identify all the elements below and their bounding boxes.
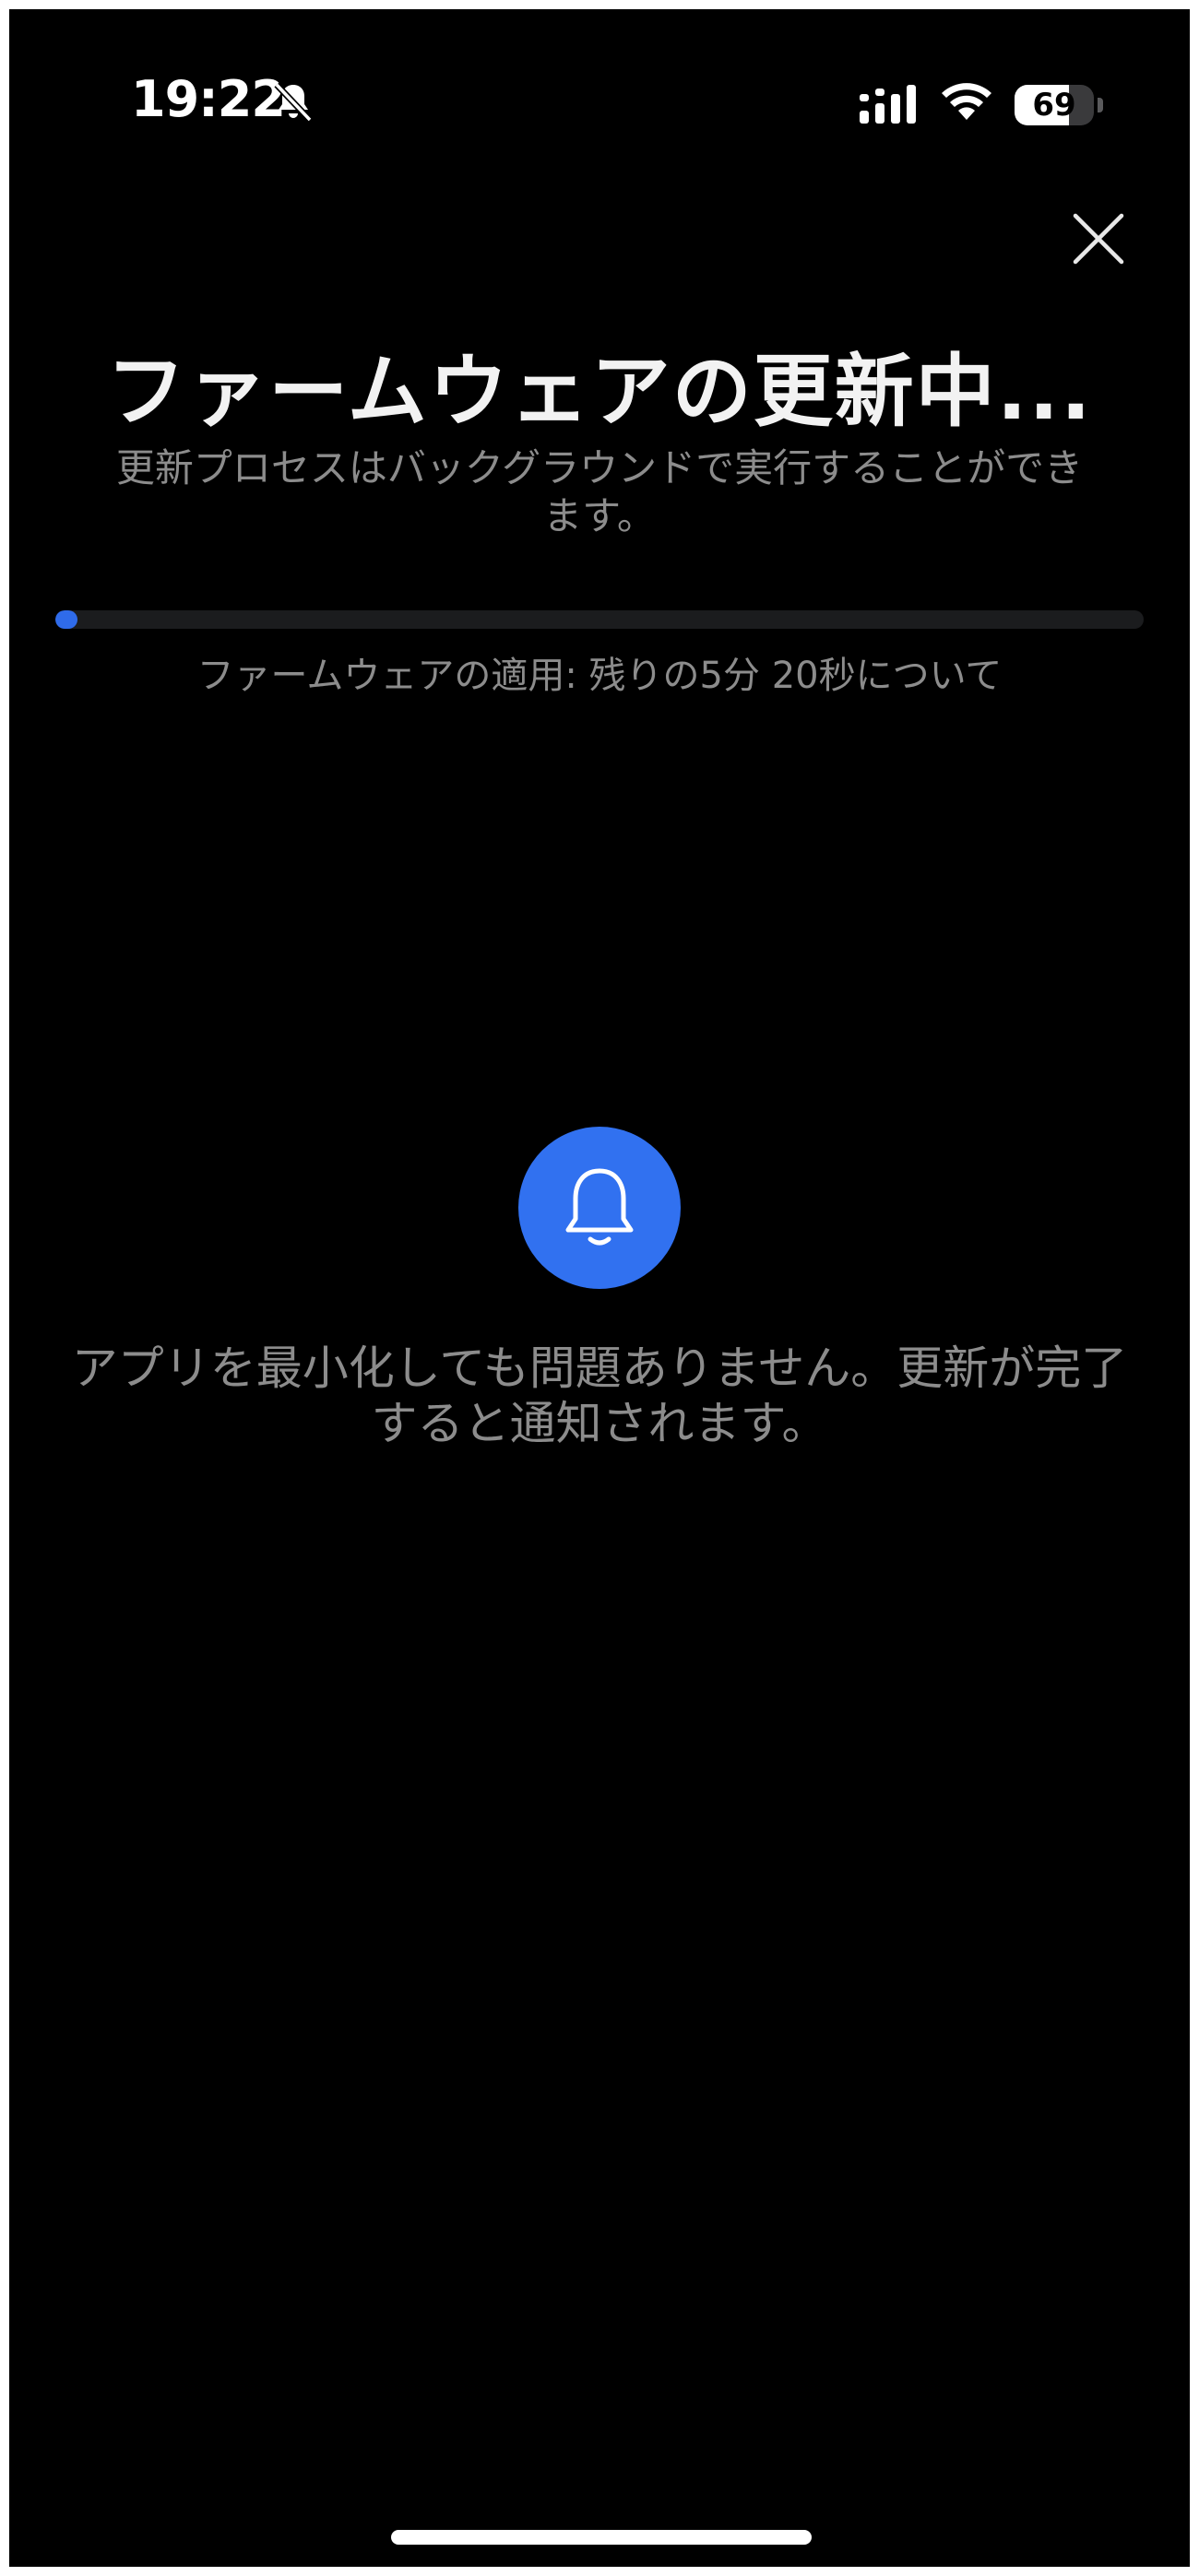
home-indicator[interactable] bbox=[391, 2530, 812, 2545]
battery-icon: 69 bbox=[1015, 85, 1094, 125]
progress-label: ファームウェアの適用: 残りの5分 20秒について bbox=[196, 655, 1003, 697]
page-subtitle: 更新プロセスはバックグラウンドで実行することができます。 bbox=[115, 445, 1084, 538]
close-icon bbox=[1073, 213, 1124, 265]
screen: 19:22 69 ファームウェアの更新中... 更新プロセスはバックグラウンドで… bbox=[9, 9, 1190, 2567]
bell-slash-icon bbox=[274, 82, 313, 123]
battery-nub bbox=[1098, 98, 1103, 112]
close-button[interactable] bbox=[1066, 207, 1131, 271]
wifi-icon bbox=[942, 83, 991, 120]
battery-level: 69 bbox=[1032, 87, 1076, 124]
page-title: ファームウェアの更新中... bbox=[106, 346, 1093, 438]
minimize-info-text: アプリを最小化しても問題ありません。更新が完了すると通知されます。 bbox=[71, 1341, 1128, 1450]
cellular-signal-icon bbox=[860, 85, 916, 124]
bell-icon bbox=[565, 1168, 634, 1246]
progress-bar bbox=[55, 610, 1144, 629]
notification-badge bbox=[518, 1127, 681, 1289]
status-bar: 19:22 69 bbox=[9, 9, 1190, 184]
progress-fill bbox=[55, 610, 77, 629]
status-time: 19:22 bbox=[131, 70, 286, 128]
